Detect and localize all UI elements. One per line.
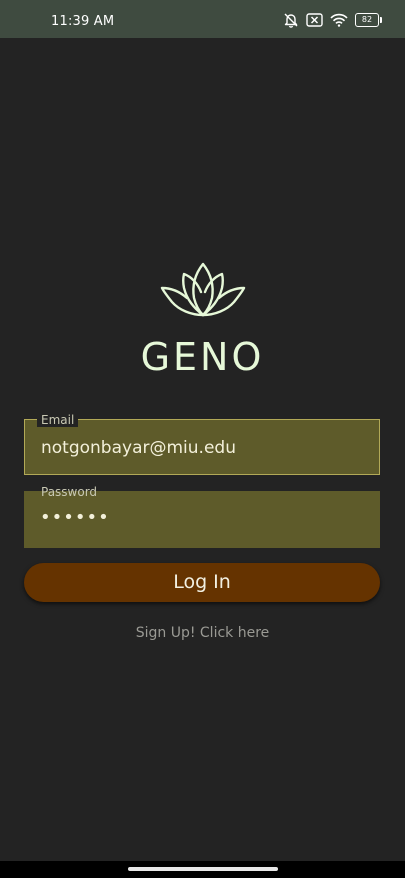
email-label: Email <box>37 413 79 427</box>
bell-muted-icon <box>284 13 298 28</box>
sim-off-icon <box>306 13 323 27</box>
password-field[interactable]: Password •••••• <box>24 485 380 548</box>
battery-icon: 82 <box>355 13 382 27</box>
login-button[interactable]: Log In <box>24 563 380 602</box>
navigation-bar <box>0 861 405 878</box>
signup-link[interactable]: Sign Up! Click here <box>0 625 405 641</box>
home-indicator[interactable] <box>128 867 278 871</box>
status-bar: 11:39 AM 82 <box>0 0 405 38</box>
status-time: 11:39 AM <box>51 14 115 29</box>
status-icons: 82 <box>283 11 382 29</box>
password-label: Password <box>41 485 98 499</box>
app-title: GENO <box>140 335 265 379</box>
password-value[interactable]: •••••• <box>40 507 110 528</box>
battery-level: 82 <box>361 15 373 24</box>
email-value[interactable]: notgonbayar@miu.edu <box>41 438 236 458</box>
email-field[interactable]: Email notgonbayar@miu.edu <box>24 413 380 475</box>
lotus-icon <box>160 262 246 317</box>
wifi-icon <box>330 13 348 27</box>
